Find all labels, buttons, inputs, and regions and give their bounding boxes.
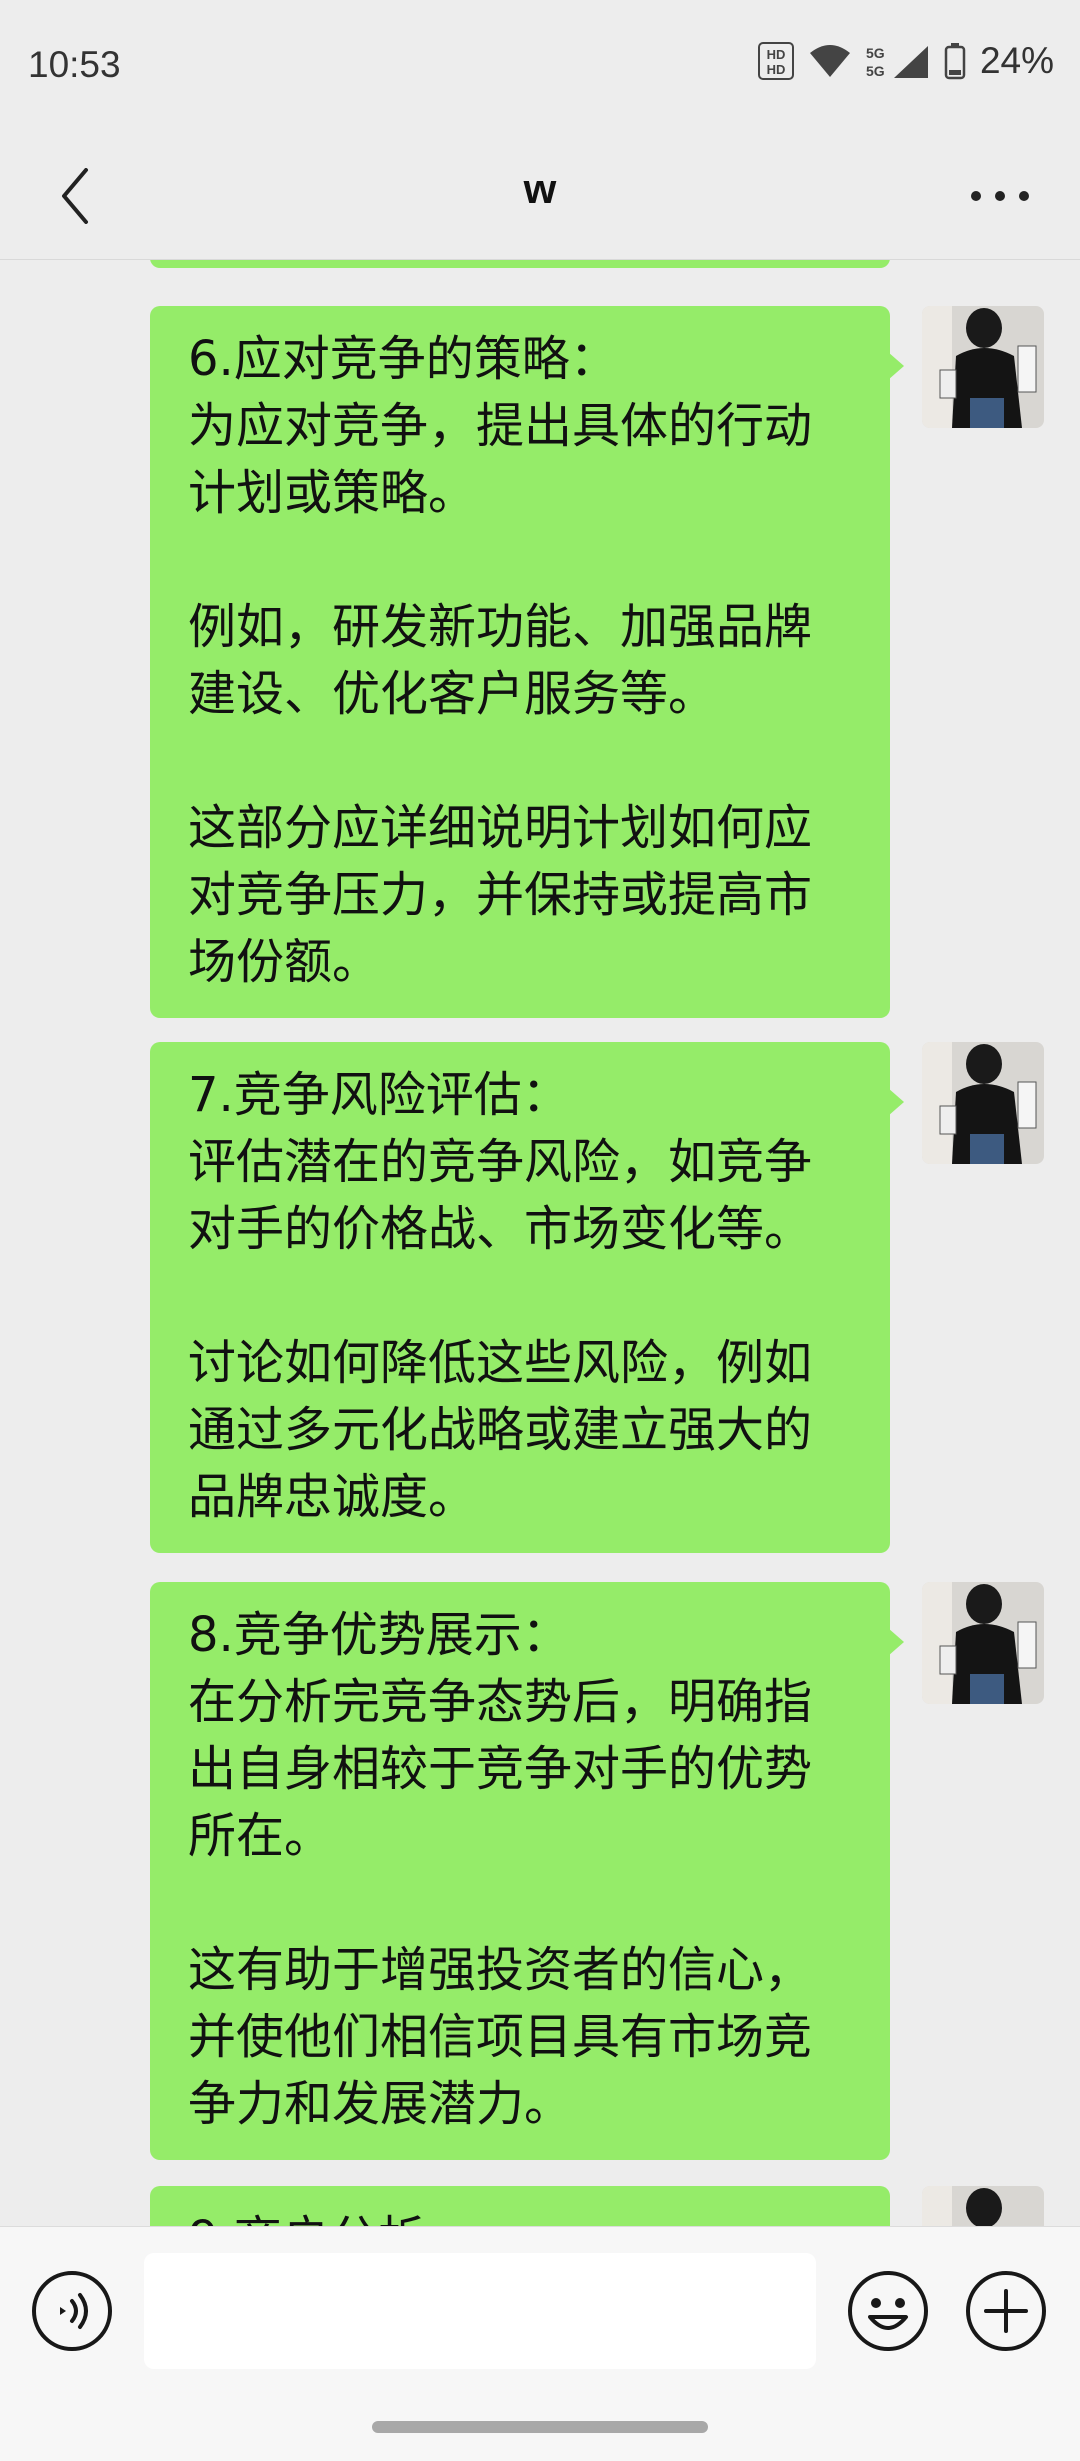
message-bubble[interactable]: 7.竞争风险评估： 评估潜在的竞争风险，如竞争对手的价格战、市场变化等。 讨论如… [150, 1042, 890, 1553]
input-bar [0, 2226, 1080, 2461]
emoji-icon [848, 2271, 928, 2351]
battery-level: 24% [979, 40, 1054, 81]
emoji-button[interactable] [846, 2269, 930, 2353]
svg-text:HD: HD [767, 47, 786, 62]
chat-header: w [0, 135, 1080, 260]
status-time: 10:53 [28, 44, 121, 85]
avatar[interactable] [922, 2186, 1044, 2226]
chat-title: w [523, 165, 557, 212]
message-bubble[interactable]: 9.商户分析 [150, 2186, 890, 2226]
message-bubble[interactable]: 8.竞争优势展示： 在分析完竞争态势后，明确指出自身相较于竞争对手的优势所在。 … [150, 1582, 890, 2160]
battery-icon [944, 42, 966, 80]
message-list[interactable]: 6.应对竞争的策略： 为应对竞争，提出具体的行动计划或策略。 例如，研发新功能、… [0, 260, 1080, 2226]
home-indicator[interactable] [372, 2421, 708, 2433]
avatar[interactable] [922, 1042, 1044, 1164]
message-input[interactable] [144, 2253, 816, 2369]
bubble-tail [888, 1628, 904, 1656]
bubble-tail [888, 352, 904, 380]
avatar[interactable] [922, 306, 1044, 428]
wifi-icon [808, 43, 852, 79]
more-button[interactable] [960, 161, 1040, 231]
svg-text:5G: 5G [866, 63, 885, 79]
voice-button[interactable] [30, 2269, 114, 2353]
avatar[interactable] [922, 1582, 1044, 1704]
plus-icon [966, 2271, 1046, 2351]
status-bar: 10:53 HD HD 5G 5G 24% [0, 0, 1080, 135]
signal-icon: 5G 5G [866, 42, 930, 80]
hd-icon: HD HD [757, 42, 794, 80]
status-icons: HD HD 5G 5G 24% [757, 40, 1054, 82]
message-bubble[interactable]: 6.应对竞争的策略： 为应对竞争，提出具体的行动计划或策略。 例如，研发新功能、… [150, 306, 890, 1018]
svg-text:5G: 5G [866, 45, 885, 61]
voice-icon [32, 2271, 112, 2351]
more-dots-icon [971, 191, 1029, 201]
svg-text:HD: HD [767, 62, 786, 77]
previous-message-bubble[interactable] [150, 260, 890, 268]
more-functions-button[interactable] [964, 2269, 1048, 2353]
bubble-tail [888, 1088, 904, 1116]
